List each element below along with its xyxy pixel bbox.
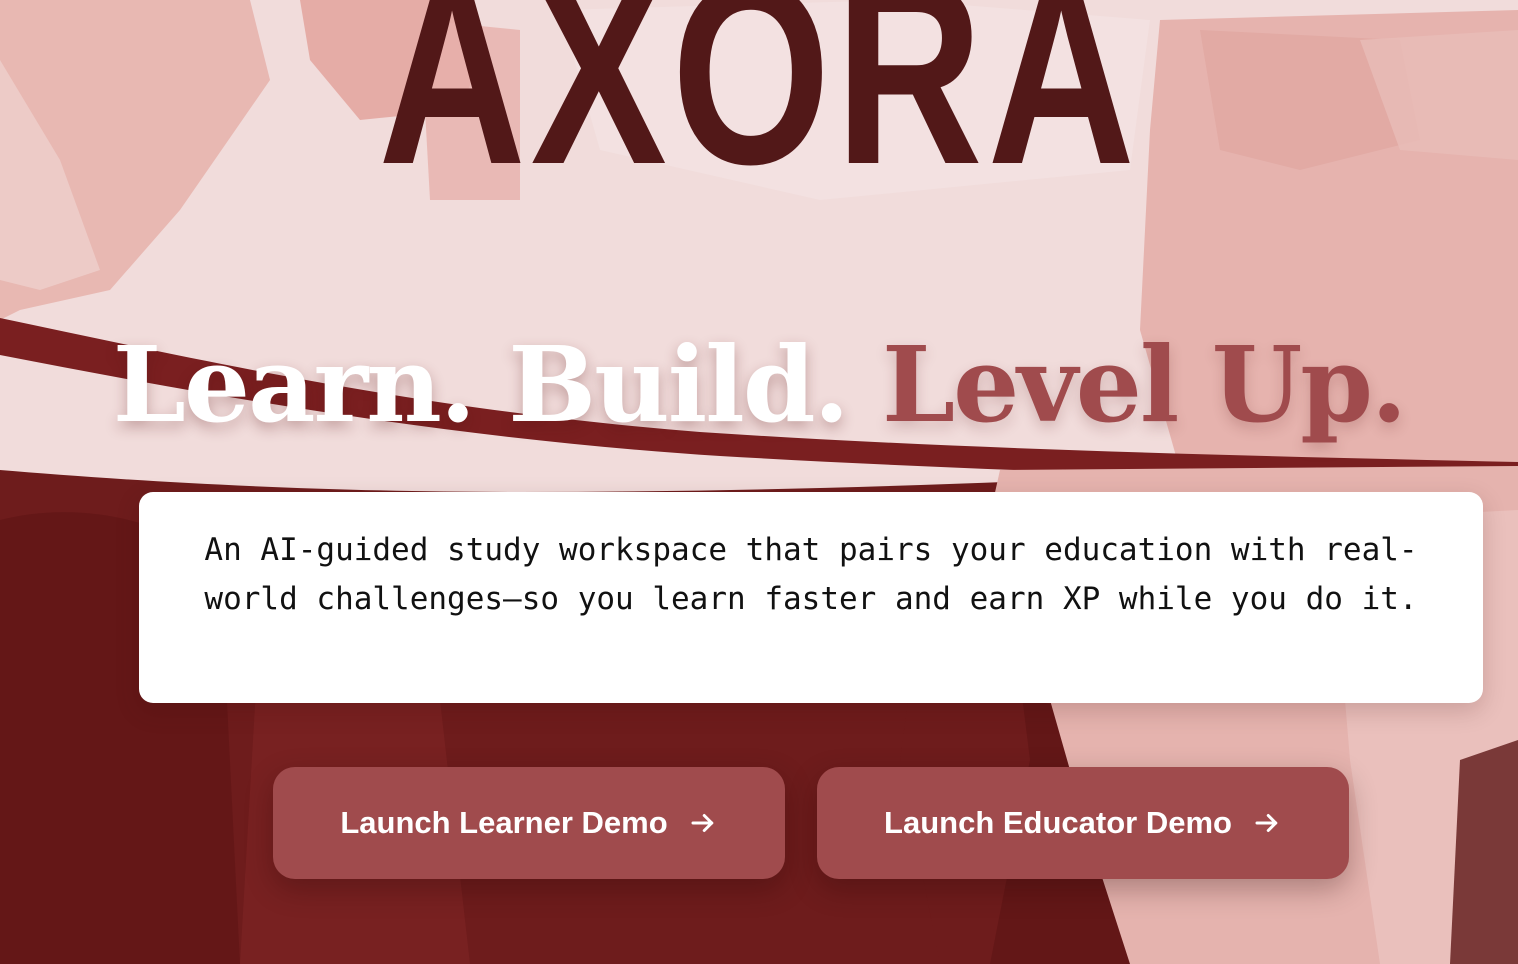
brand-logo: AXORA bbox=[378, 0, 1140, 219]
tagline-part-accent: Level Up. bbox=[881, 323, 1407, 446]
description-card: An AI-guided study workspace that pairs … bbox=[139, 492, 1483, 703]
launch-learner-demo-label: Launch Learner Demo bbox=[340, 805, 668, 840]
arrow-right-icon bbox=[691, 814, 713, 832]
launch-learner-demo-button[interactable]: Launch Learner Demo bbox=[273, 767, 785, 879]
launch-educator-demo-label: Launch Educator Demo bbox=[884, 805, 1232, 840]
arrow-right-icon bbox=[1255, 814, 1278, 832]
hero-tagline: Learn. Build. Level Up. bbox=[0, 327, 1518, 442]
launch-educator-demo-button[interactable]: Launch Educator Demo bbox=[817, 767, 1349, 879]
tagline-part-primary: Learn. Build. bbox=[112, 323, 850, 446]
hero-description: An AI-guided study workspace that pairs … bbox=[204, 532, 1418, 617]
